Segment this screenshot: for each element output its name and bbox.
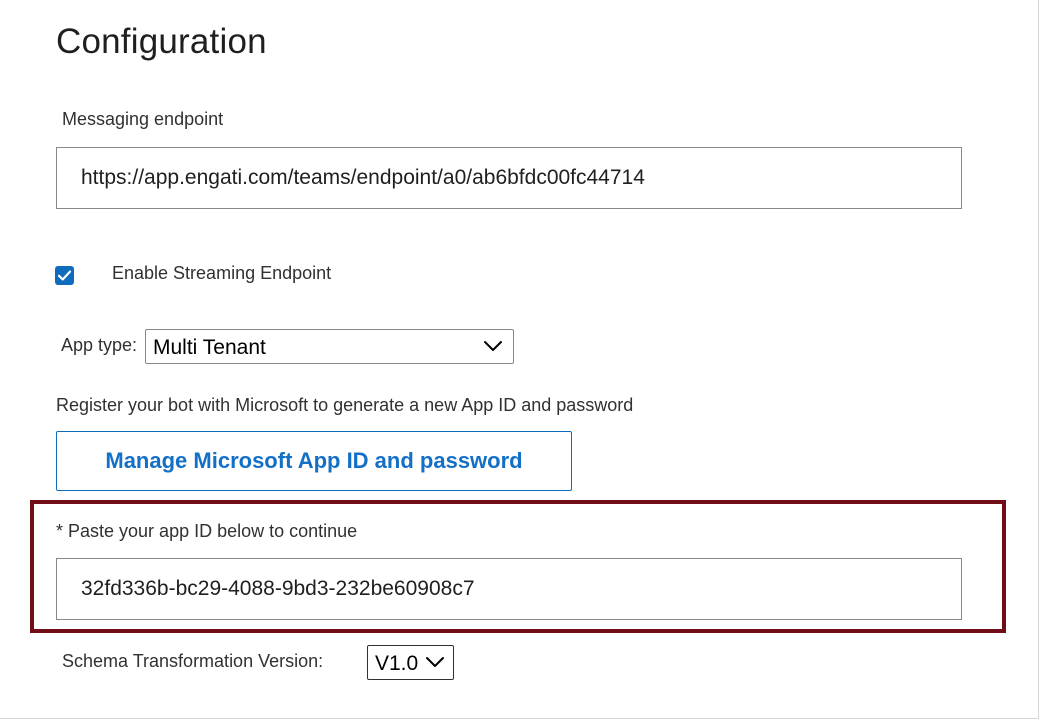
app-id-input[interactable] [56,558,962,620]
schema-version-label: Schema Transformation Version: [62,651,324,671]
manage-app-id-button[interactable]: Manage Microsoft App ID and password [56,431,572,491]
chevron-down-icon [484,341,502,351]
schema-version-select[interactable]: V1.0 [367,645,454,680]
messaging-endpoint-input[interactable] [56,147,962,209]
chevron-down-icon [426,657,444,667]
app-id-label: * Paste your app ID below to continue [56,521,358,541]
app-type-label: App type: [61,335,138,355]
app-type-selected-value: Multi Tenant [153,336,266,359]
schema-version-selected-value: V1.0 [375,652,419,675]
streaming-label: Enable Streaming Endpoint [112,263,332,283]
page-title: Configuration [56,22,267,61]
checkmark-icon [57,270,72,281]
messaging-endpoint-label: Messaging endpoint [62,109,224,129]
register-text: Register your bot with Microsoft to gene… [56,395,634,415]
streaming-checkbox[interactable] [55,266,74,285]
app-type-select[interactable]: Multi Tenant [145,329,514,364]
